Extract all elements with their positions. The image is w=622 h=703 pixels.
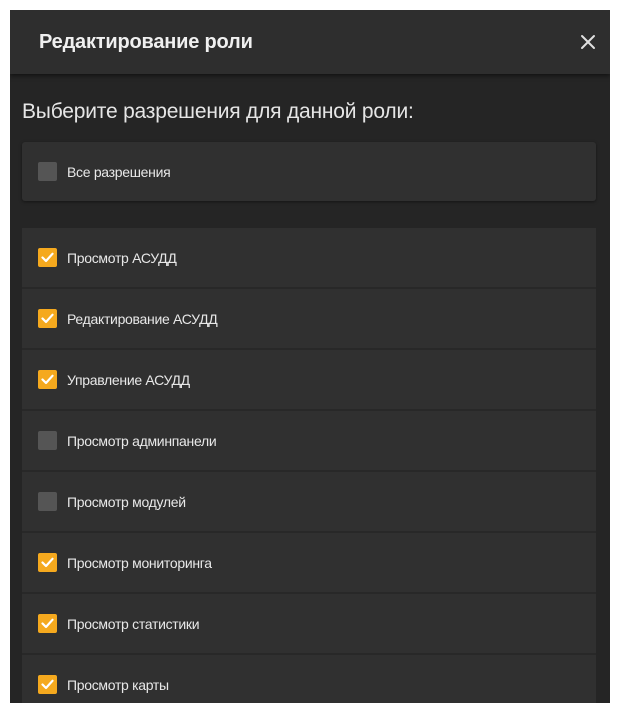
permission-label: Просмотр карты (67, 676, 169, 693)
close-button[interactable] (570, 24, 606, 60)
permission-row[interactable]: Просмотр статистики (22, 594, 596, 655)
all-permissions-checkbox[interactable] (38, 162, 57, 181)
permission-label: Управление АСУДД (67, 371, 190, 388)
permission-checkbox-checked[interactable] (38, 248, 57, 267)
permission-checkbox-checked[interactable] (38, 675, 57, 694)
checkmark-icon (41, 313, 54, 324)
edit-role-dialog: Редактирование роли Выберите разрешения … (10, 10, 610, 703)
permission-row[interactable]: Редактирование АСУДД (22, 289, 596, 350)
checkmark-icon (41, 557, 54, 568)
permission-label: Просмотр мониторинга (67, 554, 212, 571)
permission-row[interactable]: Просмотр админпанели (22, 411, 596, 472)
permission-row[interactable]: Управление АСУДД (22, 350, 596, 411)
permission-label: Просмотр АСУДД (67, 249, 177, 266)
permission-checkbox-checked[interactable] (38, 553, 57, 572)
checkmark-icon (41, 374, 54, 385)
permission-label: Просмотр админпанели (67, 432, 217, 449)
permission-checkbox-checked[interactable] (38, 614, 57, 633)
all-permissions-row[interactable]: Все разрешения (22, 142, 596, 201)
dialog-body: Выберите разрешения для данной роли: Все… (10, 98, 610, 703)
permission-row[interactable]: Просмотр мониторинга (22, 533, 596, 594)
permission-checkbox-checked[interactable] (38, 370, 57, 389)
permission-label: Просмотр модулей (67, 493, 186, 510)
checkmark-icon (41, 679, 54, 690)
checkmark-icon (41, 618, 54, 629)
permission-label: Просмотр статистики (67, 615, 200, 632)
permission-row[interactable]: Просмотр модулей (22, 472, 596, 533)
permissions-prompt: Выберите разрешения для данной роли: (22, 100, 414, 123)
permission-checkbox-unchecked[interactable] (38, 492, 57, 511)
permission-label: Редактирование АСУДД (67, 310, 218, 327)
permission-row[interactable]: Просмотр карты (22, 655, 596, 703)
close-icon (581, 35, 595, 49)
dialog-title: Редактирование роли (39, 30, 253, 53)
checkmark-icon (41, 252, 54, 263)
permission-checkbox-checked[interactable] (38, 309, 57, 328)
permission-checkbox-unchecked[interactable] (38, 431, 57, 450)
permission-row[interactable]: Просмотр АСУДД (22, 228, 596, 289)
permissions-list: Просмотр АСУДД Редактирование АСУДД Управл… (22, 228, 596, 703)
dialog-header: Редактирование роли (10, 10, 610, 74)
all-permissions-label: Все разрешения (67, 163, 171, 180)
